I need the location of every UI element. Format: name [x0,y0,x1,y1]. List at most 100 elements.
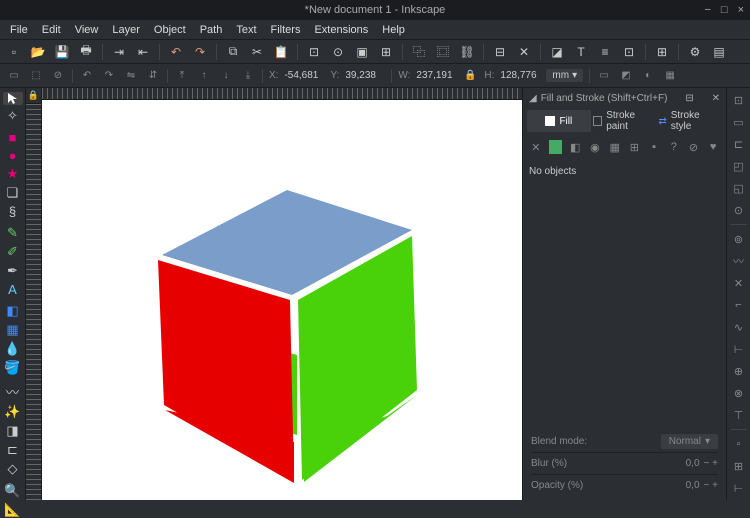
zoom-selection-icon[interactable]: ⊞ [378,44,394,60]
eraser-tool[interactable]: ◨ [3,423,23,439]
no-paint-icon[interactable]: ✕ [529,140,543,154]
tab-stroke-paint[interactable]: Stroke paint [593,110,657,132]
x-value[interactable]: -54,681 [284,70,324,81]
print-icon[interactable]: 🖶 [78,44,94,60]
snap-cusp-icon[interactable]: ⌐ [731,297,747,313]
node-tool[interactable]: ✧ [3,108,23,124]
select-all-icon[interactable]: ⬚ [28,68,44,84]
minimize-icon[interactable]: − [704,4,710,16]
blur-inc-icon[interactable]: + [712,458,718,469]
rotate-ccw-icon[interactable]: ↶ [79,68,95,84]
lower-icon[interactable]: ↓ [218,68,234,84]
unknown-paint-icon[interactable]: ? [667,140,681,154]
blur-value[interactable]: 0,0 [686,458,700,469]
rotate-cw-icon[interactable]: ↷ [101,68,117,84]
pencil-tool[interactable]: ✎ [3,225,23,241]
save-icon[interactable]: 💾 [54,44,70,60]
ruler-lock-icon[interactable]: 🔒 [26,88,42,104]
deselect-icon[interactable]: ⊘ [50,68,66,84]
cut-icon[interactable]: ✂ [249,44,265,60]
snap-edge-icon[interactable]: ⊏ [731,136,747,152]
open-icon[interactable]: 📂 [30,44,46,60]
layer-select-icon[interactable]: ▭ [6,68,22,84]
snap-intersect-icon[interactable]: ✕ [731,275,747,291]
duplicate-icon[interactable]: ⿻ [411,44,427,60]
menu-path[interactable]: Path [194,22,229,38]
affect-stroke-icon[interactable]: ▭ [596,68,612,84]
flip-h-icon[interactable]: ⇋ [123,68,139,84]
raise-icon[interactable]: ↑ [196,68,212,84]
maximize-icon[interactable]: □ [721,4,728,16]
snap-guide-icon[interactable]: ⊢ [731,480,747,496]
tab-fill[interactable]: Fill [527,110,591,132]
snap-smooth-icon[interactable]: ∿ [731,319,747,335]
clone-icon[interactable]: ⿴ [435,44,451,60]
paste-icon[interactable]: 📋 [273,44,289,60]
blend-mode-select[interactable]: Normal▾ [661,434,718,449]
connector-tool[interactable]: ⊏ [3,442,23,458]
menu-text[interactable]: Text [230,22,262,38]
ellipse-tool[interactable]: ● [3,148,23,163]
snap-bbox-icon[interactable]: ▭ [731,114,747,130]
measure-tool[interactable]: 📐 [3,502,23,518]
pattern-icon[interactable]: ⊞ [628,140,642,154]
doc-prefs-icon[interactable]: ▤ [711,44,727,60]
menu-object[interactable]: Object [148,22,192,38]
zoom-fit-icon[interactable]: ⊡ [306,44,322,60]
redo-icon[interactable]: ↷ [192,44,208,60]
text-tool[interactable]: A [3,282,23,297]
selector-tool[interactable] [3,92,23,105]
xml-icon[interactable]: ⊡ [621,44,637,60]
menu-help[interactable]: Help [376,22,411,38]
radial-gradient-icon[interactable]: ◉ [588,140,602,154]
dropper-tool[interactable]: 💧 [3,341,23,357]
box3d-tool[interactable]: ❏ [3,185,23,201]
inherit-paint-icon[interactable]: ♥ [706,140,720,154]
snap-path-icon[interactable]: 〰 [731,253,747,269]
fill-dialog-icon[interactable]: ◪ [549,44,565,60]
rect-tool[interactable]: ■ [3,130,23,145]
bezier-tool[interactable]: ✐ [3,244,23,260]
snap-node-icon[interactable]: ⊚ [731,231,747,247]
snap-text-icon[interactable]: ⊤ [731,407,747,423]
spray-tool[interactable]: ✨ [3,404,23,420]
opacity-inc-icon[interactable]: + [712,480,718,491]
close-icon[interactable]: × [738,4,744,16]
unit-select[interactable]: mm▾ [546,69,583,82]
star-tool[interactable]: ★ [3,166,23,182]
lpe-tool[interactable]: ◇ [3,461,23,477]
opacity-value[interactable]: 0,0 [686,480,700,491]
snap-page-icon[interactable]: ▫ [731,436,747,452]
affect-pattern-icon[interactable]: ▦ [662,68,678,84]
menu-view[interactable]: View [69,22,105,38]
spiral-tool[interactable]: § [3,204,23,219]
linear-gradient-icon[interactable]: ◧ [568,140,582,154]
menu-layer[interactable]: Layer [106,22,146,38]
panel-menu-icon[interactable]: ⊟ [685,93,693,104]
swatch-icon[interactable]: ▪ [647,140,661,154]
menu-file[interactable]: File [4,22,34,38]
calligraphy-tool[interactable]: ✒ [3,263,23,279]
gradient-tool[interactable]: ◧ [3,303,23,319]
mesh-gradient-icon[interactable]: ▦ [608,140,622,154]
h-value[interactable]: 128,776 [500,70,540,81]
snap-corner-icon[interactable]: ◰ [731,158,747,174]
flat-color-icon[interactable] [549,140,563,154]
text-dialog-icon[interactable]: T [573,44,589,60]
panel-close-icon[interactable]: ✕ [712,93,720,104]
ruler-vertical[interactable] [26,100,42,500]
menu-edit[interactable]: Edit [36,22,67,38]
copy-icon[interactable]: ⧉ [225,44,241,60]
tweak-tool[interactable]: 〰 [3,382,23,401]
align-icon[interactable]: ⊞ [654,44,670,60]
affect-corner-icon[interactable]: ◩ [618,68,634,84]
snap-line-mid-icon[interactable]: ⊢ [731,341,747,357]
flip-v-icon[interactable]: ⇵ [145,68,161,84]
w-value[interactable]: 237,191 [416,70,456,81]
group-icon[interactable]: ⊟ [492,44,508,60]
mesh-tool[interactable]: ▦ [3,322,23,338]
unset-paint-icon[interactable]: ⊘ [687,140,701,154]
blur-dec-icon[interactable]: − [704,458,710,469]
y-value[interactable]: 39,238 [345,70,385,81]
layers-icon[interactable]: ≡ [597,44,613,60]
